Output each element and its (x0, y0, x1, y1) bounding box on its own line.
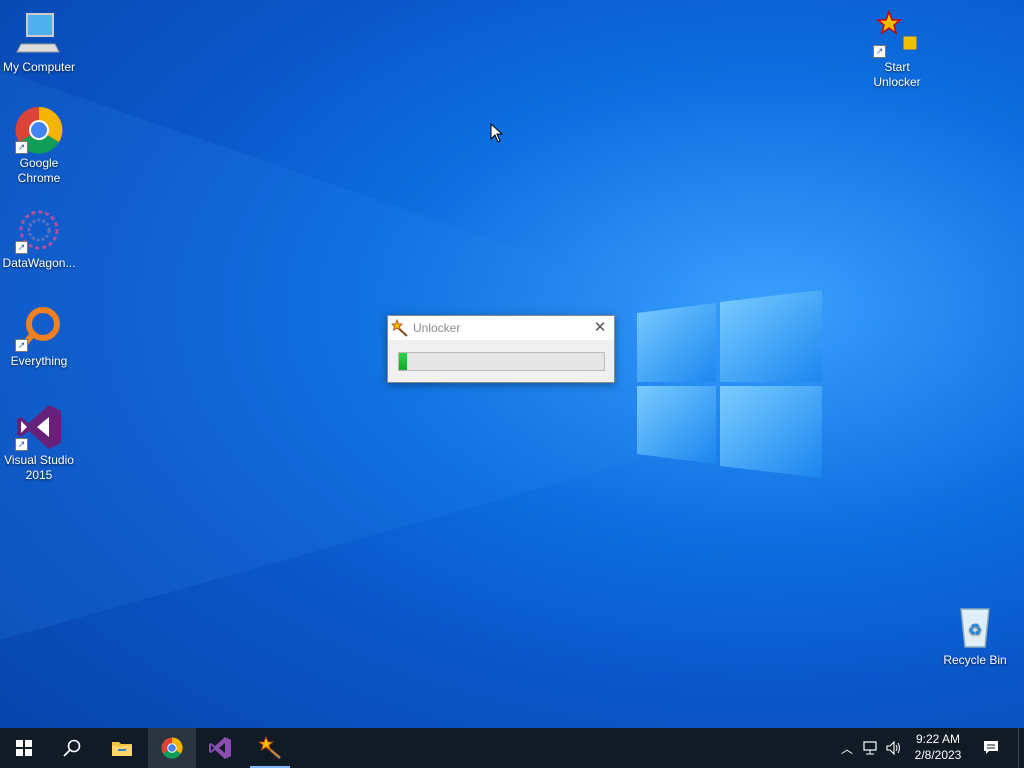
show-hidden-icons-button[interactable]: ︿ (836, 728, 858, 768)
visual-studio-icon (209, 737, 231, 759)
visual-studio-icon: ↗ (15, 403, 63, 451)
desktop-icon-label: My Computer (2, 60, 76, 74)
network-icon (863, 741, 877, 755)
show-desktop-button[interactable] (1018, 728, 1024, 768)
desktop-icon-everything[interactable]: ↗ Everything (1, 304, 77, 369)
close-icon: ✕ (593, 319, 607, 336)
unlocker-dialog: Unlocker ✕ (387, 315, 615, 383)
svg-text:♻: ♻ (968, 622, 982, 639)
unlocker-wand-icon (391, 319, 408, 337)
dialog-title: Unlocker (413, 321, 461, 335)
unlocker-wand-icon (258, 736, 281, 759)
desktop-icon-label: DataWagon... (2, 256, 76, 270)
search-icon (63, 739, 81, 757)
recycle-bin-icon: ♻ (951, 603, 999, 651)
chrome-icon (161, 737, 183, 759)
clock-date: 2/8/2023 (914, 748, 962, 762)
volume-button[interactable] (883, 728, 905, 768)
desktop-icon-my-computer[interactable]: My Computer (1, 10, 77, 75)
computer-icon (15, 10, 63, 58)
desktop-icon-label: Google Chrome (17, 156, 61, 185)
shortcut-arrow-icon: ↗ (15, 339, 28, 352)
start-button[interactable] (0, 728, 48, 768)
magnifier-icon: ↗ (15, 304, 63, 352)
desktop-icon-label: Recycle Bin (943, 653, 1007, 667)
taskbar-file-explorer[interactable] (98, 728, 146, 768)
desktop-icon-recycle-bin[interactable]: ♻ Recycle Bin (937, 603, 1013, 668)
shortcut-arrow-icon: ↗ (15, 241, 28, 254)
progress-bar (398, 352, 605, 371)
desktop-icon-label: Everything (10, 354, 68, 368)
search-button[interactable] (48, 728, 96, 768)
system-clock[interactable]: 9:22 AM 2/8/2023 (910, 731, 966, 763)
desktop-icon-datawagon[interactable]: ↗ DataWagon... (1, 206, 77, 271)
folder-icon (112, 742, 132, 756)
progress-fill (399, 353, 408, 370)
shortcut-arrow-icon: ↗ (873, 45, 886, 58)
shortcut-arrow-icon: ↗ (15, 141, 28, 154)
taskbar-google-chrome[interactable] (148, 728, 196, 768)
datawagon-icon: ↗ (15, 206, 63, 254)
clock-time: 9:22 AM (915, 732, 961, 746)
notifications-icon (984, 741, 998, 754)
dialog-titlebar[interactable]: Unlocker ✕ (388, 316, 614, 340)
network-button[interactable] (860, 728, 882, 768)
unlocker-wand-icon: ↗ (873, 9, 921, 58)
desktop-icon-label: Start Unlocker (873, 60, 921, 89)
shortcut-arrow-icon: ↗ (15, 438, 28, 451)
mouse-cursor-icon (490, 123, 504, 143)
desktop-icon-google-chrome[interactable]: ↗ Google Chrome (1, 106, 77, 186)
desktop-icon-visual-studio[interactable]: ↗ Visual Studio 2015 (1, 403, 77, 483)
taskbar-visual-studio[interactable] (196, 728, 244, 768)
taskbar: ︿ 9:22 AM 2/8/2023 (0, 728, 1024, 768)
desktop-icon-start-unlocker[interactable]: ↗ Start Unlocker (859, 9, 935, 90)
desktop-icon-label: Visual Studio 2015 (4, 453, 74, 482)
close-button[interactable]: ✕ (592, 320, 608, 336)
speaker-icon (886, 741, 900, 755)
chevron-up-icon: ︿ (840, 741, 853, 756)
action-center-button[interactable] (980, 728, 1002, 768)
chrome-icon: ↗ (15, 106, 63, 154)
taskbar-unlocker[interactable] (246, 728, 294, 768)
windows-icon (16, 740, 32, 756)
